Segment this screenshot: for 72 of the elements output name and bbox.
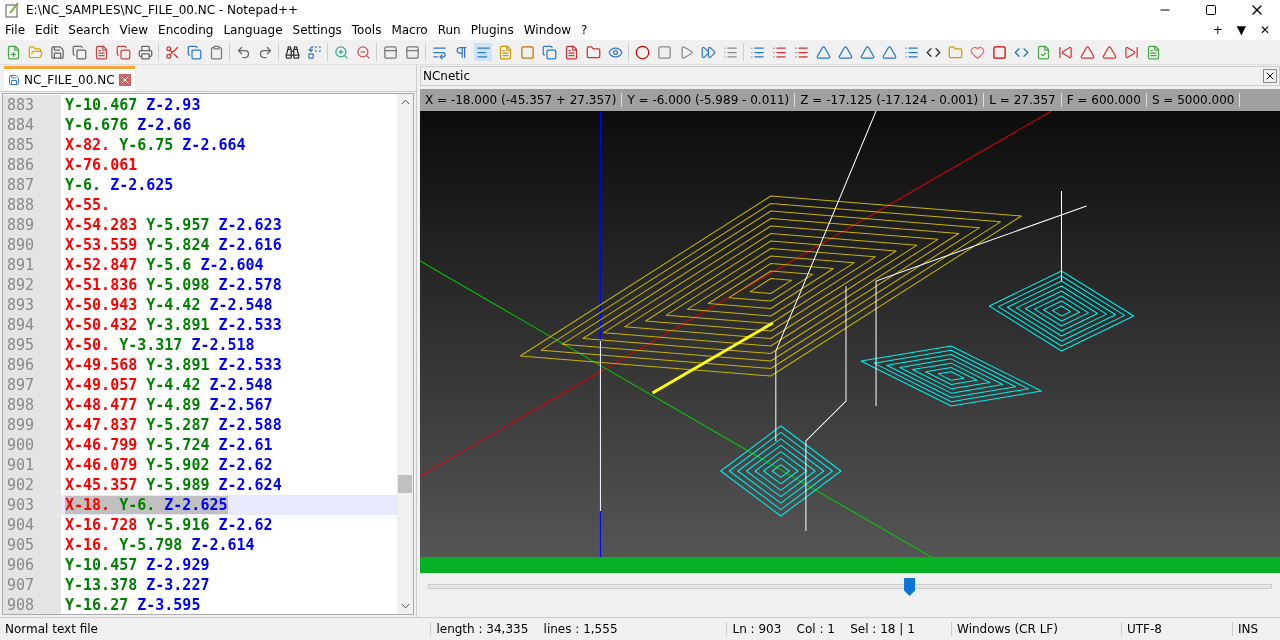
- toolbar-icon[interactable]: [48, 43, 66, 61]
- menu-item[interactable]: Run: [432, 23, 466, 37]
- line-number: 892: [3, 275, 61, 295]
- menu-item[interactable]: File: [0, 23, 31, 37]
- close-icon[interactable]: [1263, 69, 1277, 83]
- line-number: 894: [3, 315, 61, 335]
- menu-item[interactable]: Window: [518, 23, 577, 37]
- line-number: 893: [3, 295, 61, 315]
- line-number: 898: [3, 395, 61, 415]
- menu-item[interactable]: View: [114, 23, 154, 37]
- line-number: 903: [3, 495, 61, 515]
- window-control[interactable]: +: [1212, 23, 1223, 37]
- panel-title: NCnetic: [423, 69, 470, 83]
- line-number: 887: [3, 175, 61, 195]
- slider-thumb[interactable]: [904, 578, 916, 596]
- line-number: 902: [3, 475, 61, 495]
- line-number: 885: [3, 135, 61, 155]
- toolpath-drawing[interactable]: [420, 111, 1280, 557]
- line-number: 889: [3, 215, 61, 235]
- scrollbar[interactable]: [397, 94, 413, 614]
- coordinate-readout: Y = -6.000 (-5.989 - 0.011): [622, 93, 796, 107]
- line-number: 896: [3, 355, 61, 375]
- line-number: 897: [3, 375, 61, 395]
- window-title: E:\NC_SAMPLES\NC_FILE_00.NC - Notepad++: [26, 3, 300, 17]
- menu-item[interactable]: Language: [218, 23, 288, 37]
- line-number: 901: [3, 455, 61, 475]
- code-editor[interactable]: [2, 93, 414, 615]
- line-number: 891: [3, 255, 61, 275]
- line-number: 895: [3, 335, 61, 355]
- status-text: UTF-8: [1120, 622, 1233, 636]
- toolbar-icon[interactable]: [70, 43, 88, 61]
- maximize-icon[interactable]: [1205, 4, 1217, 16]
- line-number: 883: [3, 95, 61, 115]
- menu-item[interactable]: ?: [576, 23, 593, 37]
- toolbar-icon[interactable]: [136, 43, 154, 61]
- line-number: 890: [3, 235, 61, 255]
- menu-item[interactable]: Tools: [346, 23, 387, 37]
- status-text: Ln : 903 Col : 1 Sel : 18 | 1: [726, 622, 952, 636]
- coordinate-readout: X = -18.000 (-45.357 + 27.357): [420, 93, 623, 107]
- line-number: 884: [3, 115, 61, 135]
- scrollbar-thumb[interactable]: [398, 475, 412, 493]
- save-icon: [8, 74, 20, 86]
- line-number: 905: [3, 535, 61, 555]
- coordinate-readout: F = 600.000: [1061, 93, 1147, 107]
- status-text: length : 34,335 lines : 1,555: [430, 622, 727, 636]
- menu-item[interactable]: Edit: [30, 23, 64, 37]
- line-number: 908: [3, 595, 61, 614]
- menu-item[interactable]: Plugins: [465, 23, 519, 37]
- slider-track[interactable]: [428, 577, 1272, 597]
- window-control[interactable]: ✕: [1259, 23, 1270, 37]
- scroll-down-icon[interactable]: [400, 603, 410, 609]
- menu-item[interactable]: Settings: [287, 23, 347, 37]
- coordinate-readout: Z = -17.125 (-17.124 - 0.001): [795, 93, 985, 107]
- line-number: 888: [3, 195, 61, 215]
- menu-item[interactable]: Search: [63, 23, 115, 37]
- line-number: 900: [3, 435, 61, 455]
- toolbar-icon[interactable]: [283, 43, 301, 61]
- line-number: 904: [3, 515, 61, 535]
- line-number: 886: [3, 155, 61, 175]
- menu-item[interactable]: Encoding: [153, 23, 219, 37]
- coordinate-readout: L = 27.357: [984, 93, 1062, 107]
- line-number: 906: [3, 555, 61, 575]
- scroll-up-icon[interactable]: [400, 99, 410, 105]
- status-text: INS: [1232, 622, 1280, 636]
- window-control[interactable]: ▼: [1236, 23, 1246, 37]
- status-text: Normal text file: [4, 622, 99, 636]
- line-number: 899: [3, 415, 61, 435]
- menu-item[interactable]: Macro: [386, 23, 433, 37]
- coordinate-readout: S = 5000.000: [1146, 93, 1241, 107]
- file-tab[interactable]: NC_FILE_00.NC: [4, 66, 135, 91]
- line-number: 907: [3, 575, 61, 595]
- status-text: Windows (CR LF): [951, 622, 1121, 636]
